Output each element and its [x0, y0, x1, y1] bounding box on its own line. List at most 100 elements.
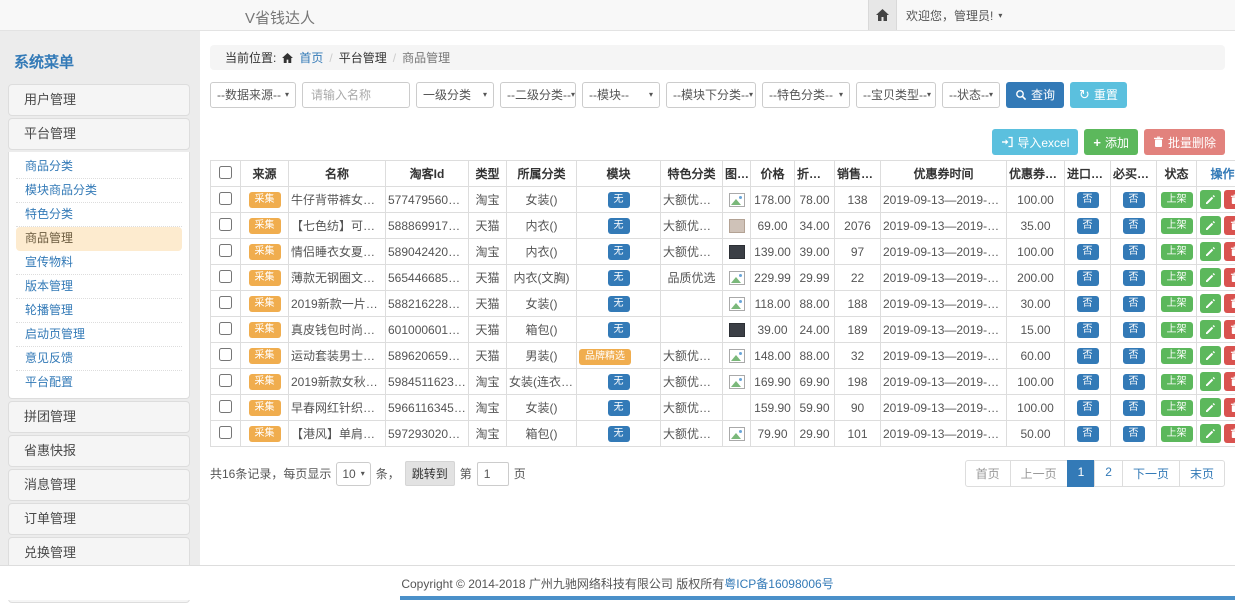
- import-select-badge[interactable]: 否: [1077, 400, 1099, 416]
- delete-button[interactable]: [1224, 190, 1235, 209]
- batch-delete-button[interactable]: 批量删除: [1144, 129, 1225, 155]
- delete-button[interactable]: [1224, 268, 1235, 287]
- sidebar-item[interactable]: 启动页管理: [16, 323, 182, 347]
- import-select-badge[interactable]: 否: [1077, 270, 1099, 286]
- import-select-badge[interactable]: 否: [1077, 296, 1099, 312]
- edit-button[interactable]: [1200, 424, 1221, 443]
- delete-button[interactable]: [1224, 372, 1235, 391]
- row-checkbox[interactable]: [219, 400, 232, 413]
- must-buy-badge[interactable]: 否: [1123, 192, 1145, 208]
- must-buy-badge[interactable]: 否: [1123, 270, 1145, 286]
- must-buy-badge[interactable]: 否: [1123, 296, 1145, 312]
- edit-button[interactable]: [1200, 372, 1221, 391]
- edit-button[interactable]: [1200, 320, 1221, 339]
- sidebar-item[interactable]: 商品管理: [16, 227, 182, 251]
- filter-select[interactable]: --特色分类--▾: [762, 82, 850, 108]
- sidebar-item[interactable]: 商品分类: [16, 155, 182, 179]
- row-checkbox[interactable]: [219, 270, 232, 283]
- edit-button[interactable]: [1200, 190, 1221, 209]
- pager-button[interactable]: 2: [1094, 460, 1123, 487]
- must-buy-badge[interactable]: 否: [1123, 244, 1145, 260]
- edit-button[interactable]: [1200, 294, 1221, 313]
- filter-select[interactable]: --数据来源--▾: [210, 82, 296, 108]
- import-select-badge[interactable]: 否: [1077, 244, 1099, 260]
- reset-button[interactable]: ↻ 重置: [1070, 82, 1127, 108]
- must-buy-badge[interactable]: 否: [1123, 374, 1145, 390]
- edit-button[interactable]: [1200, 268, 1221, 287]
- sidebar-group[interactable]: 用户管理: [8, 84, 190, 116]
- pager-button[interactable]: 首页: [965, 460, 1011, 487]
- delete-button[interactable]: [1224, 398, 1235, 417]
- status-badge[interactable]: 上架: [1161, 192, 1193, 208]
- status-badge[interactable]: 上架: [1161, 374, 1193, 390]
- delete-button[interactable]: [1224, 346, 1235, 365]
- edit-button[interactable]: [1200, 398, 1221, 417]
- sidebar-group[interactable]: 省惠快报: [8, 435, 190, 467]
- icp-link[interactable]: 粤ICP备16098006号: [724, 575, 833, 592]
- row-checkbox[interactable]: [219, 322, 232, 335]
- sidebar-item[interactable]: 版本管理: [16, 275, 182, 299]
- sidebar-group[interactable]: 订单管理: [8, 503, 190, 535]
- row-checkbox[interactable]: [219, 192, 232, 205]
- must-buy-badge[interactable]: 否: [1123, 322, 1145, 338]
- status-badge[interactable]: 上架: [1161, 218, 1193, 234]
- sidebar-item[interactable]: 模块商品分类: [16, 179, 182, 203]
- sidebar-group[interactable]: 平台管理: [8, 118, 190, 150]
- import-select-badge[interactable]: 否: [1077, 322, 1099, 338]
- filter-select[interactable]: --二级分类--▾: [500, 82, 576, 108]
- user-menu[interactable]: 欢迎您，管理员! ▾: [906, 0, 1002, 30]
- row-checkbox[interactable]: [219, 348, 232, 361]
- status-badge[interactable]: 上架: [1161, 400, 1193, 416]
- breadcrumb-home-link[interactable]: 首页: [299, 49, 323, 66]
- delete-button[interactable]: [1224, 216, 1235, 235]
- search-button[interactable]: 查询: [1006, 82, 1064, 108]
- status-badge[interactable]: 上架: [1161, 296, 1193, 312]
- edit-button[interactable]: [1200, 216, 1221, 235]
- filter-select[interactable]: --模块下分类--▾: [666, 82, 756, 108]
- status-badge[interactable]: 上架: [1161, 244, 1193, 260]
- sidebar-group[interactable]: 拼团管理: [8, 401, 190, 433]
- filter-select[interactable]: 一级分类▾: [416, 82, 494, 108]
- pager-button[interactable]: 末页: [1179, 460, 1225, 487]
- status-badge[interactable]: 上架: [1161, 348, 1193, 364]
- filter-select[interactable]: --模块--▾: [582, 82, 660, 108]
- pager-button[interactable]: 下一页: [1122, 460, 1180, 487]
- add-button[interactable]: + 添加: [1084, 129, 1138, 155]
- select-all-checkbox[interactable]: [219, 166, 232, 179]
- delete-button[interactable]: [1224, 320, 1235, 339]
- import-excel-button[interactable]: 导入excel: [992, 129, 1078, 155]
- row-checkbox[interactable]: [219, 244, 232, 257]
- sidebar-item[interactable]: 宣传物料: [16, 251, 182, 275]
- name-search-input[interactable]: [302, 82, 410, 108]
- sidebar-item[interactable]: 特色分类: [16, 203, 182, 227]
- delete-button[interactable]: [1224, 294, 1235, 313]
- status-badge[interactable]: 上架: [1161, 322, 1193, 338]
- filter-select[interactable]: --状态--▾: [942, 82, 1000, 108]
- edit-button[interactable]: [1200, 346, 1221, 365]
- edit-button[interactable]: [1200, 242, 1221, 261]
- home-button[interactable]: [868, 0, 897, 30]
- must-buy-badge[interactable]: 否: [1123, 348, 1145, 364]
- delete-button[interactable]: [1224, 424, 1235, 443]
- must-buy-badge[interactable]: 否: [1123, 426, 1145, 442]
- status-badge[interactable]: 上架: [1161, 426, 1193, 442]
- import-select-badge[interactable]: 否: [1077, 426, 1099, 442]
- must-buy-badge[interactable]: 否: [1123, 400, 1145, 416]
- filter-select[interactable]: --宝贝类型--▾: [856, 82, 936, 108]
- row-checkbox[interactable]: [219, 218, 232, 231]
- import-select-badge[interactable]: 否: [1077, 192, 1099, 208]
- row-checkbox[interactable]: [219, 374, 232, 387]
- sidebar-item[interactable]: 平台配置: [16, 371, 182, 395]
- sidebar-item[interactable]: 轮播管理: [16, 299, 182, 323]
- row-checkbox[interactable]: [219, 296, 232, 309]
- status-badge[interactable]: 上架: [1161, 270, 1193, 286]
- must-buy-badge[interactable]: 否: [1123, 218, 1145, 234]
- sidebar-item[interactable]: 意见反馈: [16, 347, 182, 371]
- import-select-badge[interactable]: 否: [1077, 348, 1099, 364]
- jump-button[interactable]: 跳转到: [405, 461, 455, 486]
- page-size-select[interactable]: 10 ▾: [336, 462, 370, 486]
- page-number-input[interactable]: [477, 462, 509, 486]
- pager-button[interactable]: 1: [1067, 460, 1096, 487]
- row-checkbox[interactable]: [219, 426, 232, 439]
- import-select-badge[interactable]: 否: [1077, 374, 1099, 390]
